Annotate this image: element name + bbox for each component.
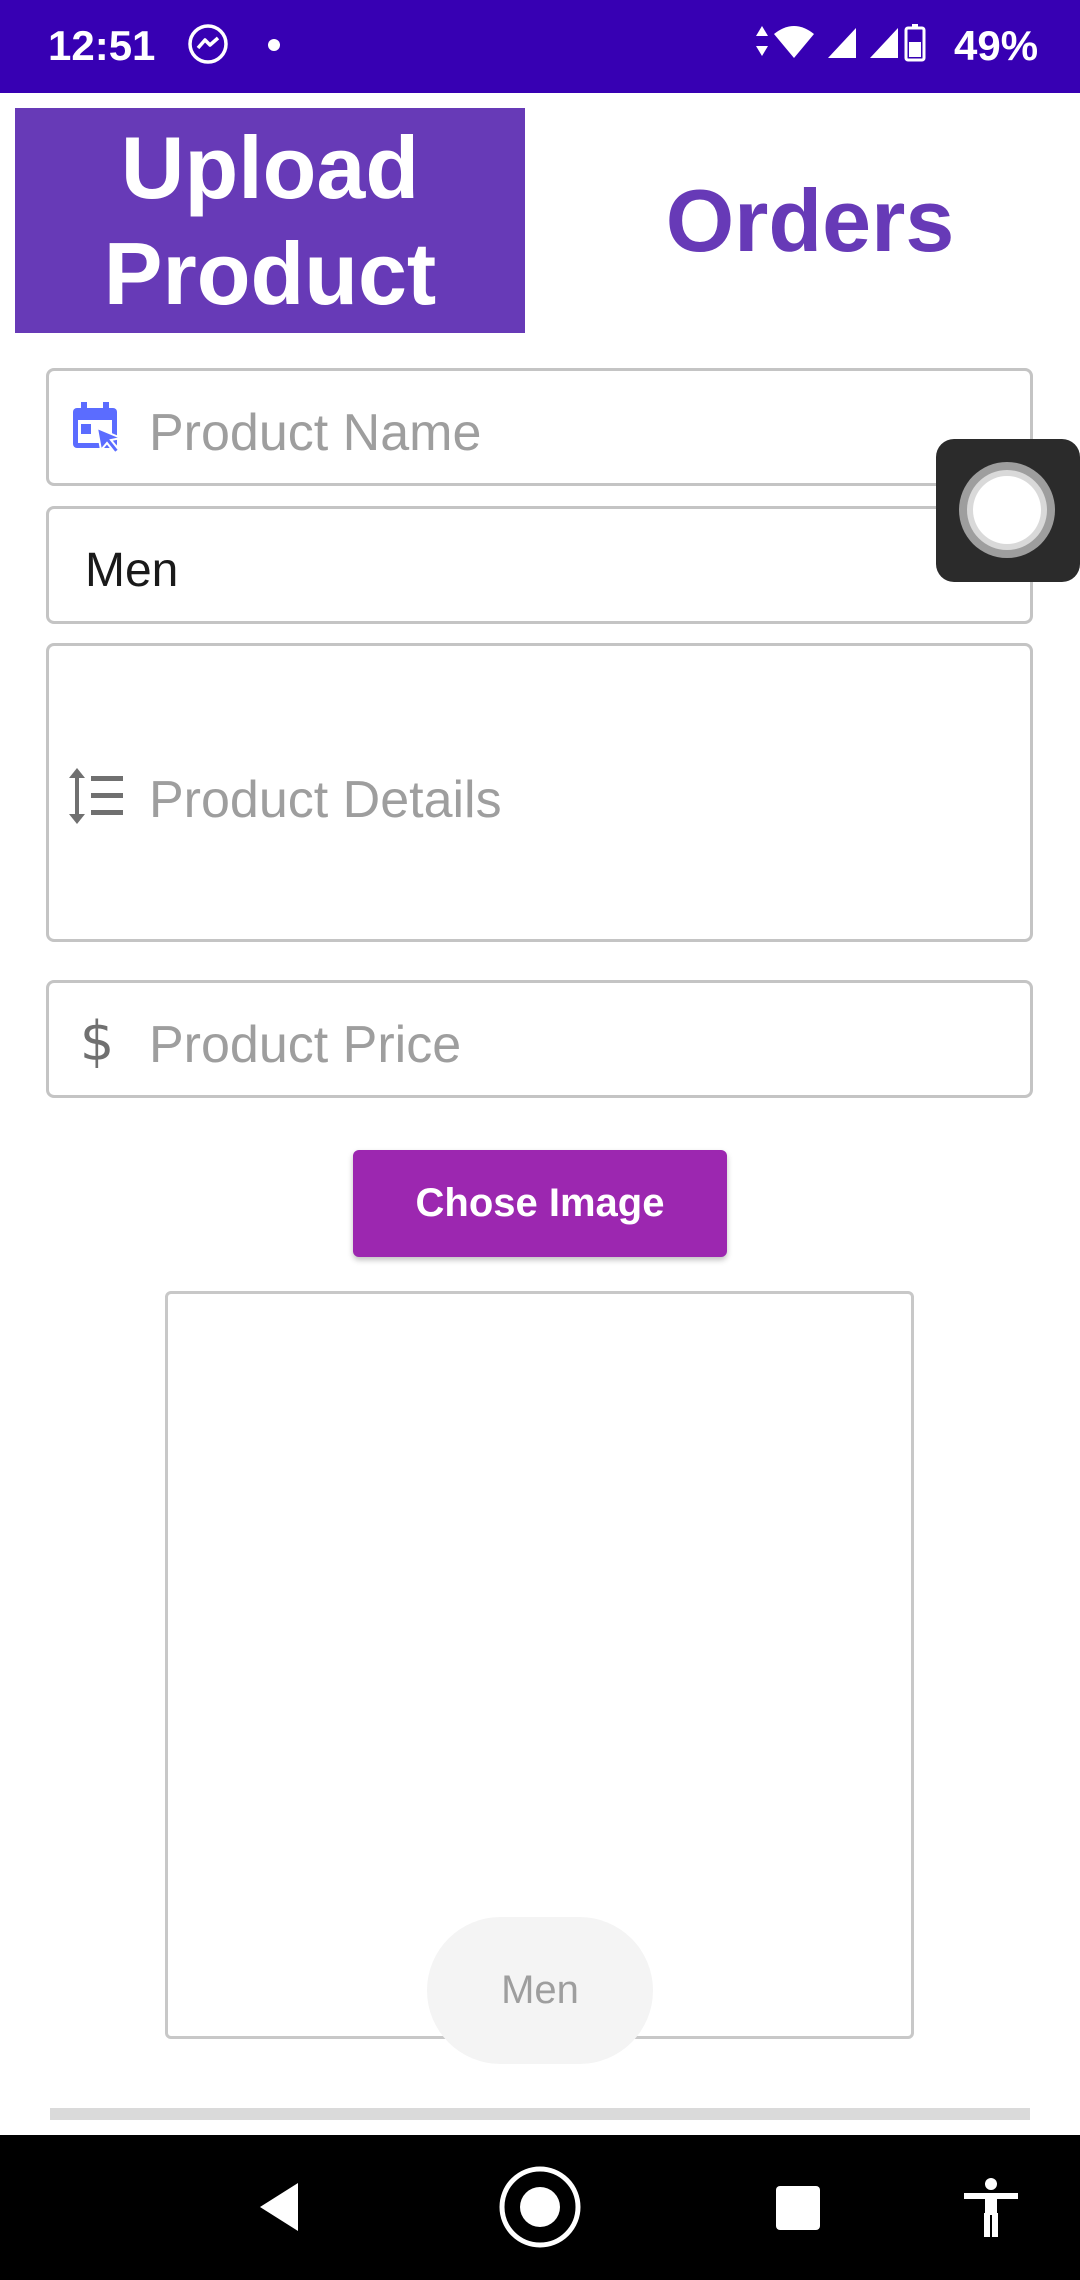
home-icon[interactable] bbox=[498, 2165, 582, 2249]
category-select[interactable]: Men bbox=[46, 506, 1033, 624]
messenger-icon bbox=[188, 24, 228, 64]
toast-message: Men bbox=[427, 1917, 653, 2064]
product-name-field[interactable]: Product Name bbox=[46, 368, 1033, 486]
notification-dot-icon bbox=[268, 39, 280, 51]
screen: 12:51 49% Upload Product Orders Product … bbox=[0, 0, 1080, 2280]
data-arrows-icon bbox=[756, 26, 768, 56]
product-name-placeholder: Product Name bbox=[149, 404, 482, 462]
scroll-indicator bbox=[50, 2108, 1030, 2120]
signal-icon bbox=[828, 28, 856, 58]
calendar-cursor-icon bbox=[73, 402, 125, 455]
dollar-icon: $ bbox=[80, 1010, 114, 1070]
status-icons-group bbox=[756, 24, 926, 62]
back-icon[interactable] bbox=[252, 2177, 312, 2237]
product-price-field[interactable]: $ Product Price bbox=[46, 980, 1033, 1098]
accessibility-icon[interactable] bbox=[960, 2175, 1022, 2239]
status-bar: 12:51 49% bbox=[0, 0, 1080, 93]
svg-text:$: $ bbox=[80, 1010, 114, 1070]
status-time: 12:51 bbox=[48, 22, 156, 69]
category-value: Men bbox=[85, 544, 179, 597]
line-spacing-icon bbox=[69, 768, 123, 824]
chose-image-button[interactable]: Chose Image bbox=[353, 1150, 727, 1257]
wifi-icon bbox=[774, 26, 814, 58]
assistive-ring-icon bbox=[959, 462, 1055, 558]
product-price-placeholder: Product Price bbox=[149, 1016, 462, 1074]
tab-orders[interactable]: Orders bbox=[560, 108, 1060, 333]
battery-percent: 49% bbox=[954, 22, 1039, 69]
product-details-field[interactable]: Product Details bbox=[46, 643, 1033, 942]
floating-assistive-button[interactable] bbox=[936, 439, 1080, 582]
recents-icon[interactable] bbox=[773, 2183, 823, 2233]
tab-upload-product[interactable]: Upload Product bbox=[15, 108, 525, 333]
battery-icon bbox=[904, 24, 926, 62]
navigation-bar bbox=[0, 2135, 1080, 2280]
signal-icon bbox=[870, 28, 898, 58]
product-details-placeholder: Product Details bbox=[149, 771, 502, 829]
